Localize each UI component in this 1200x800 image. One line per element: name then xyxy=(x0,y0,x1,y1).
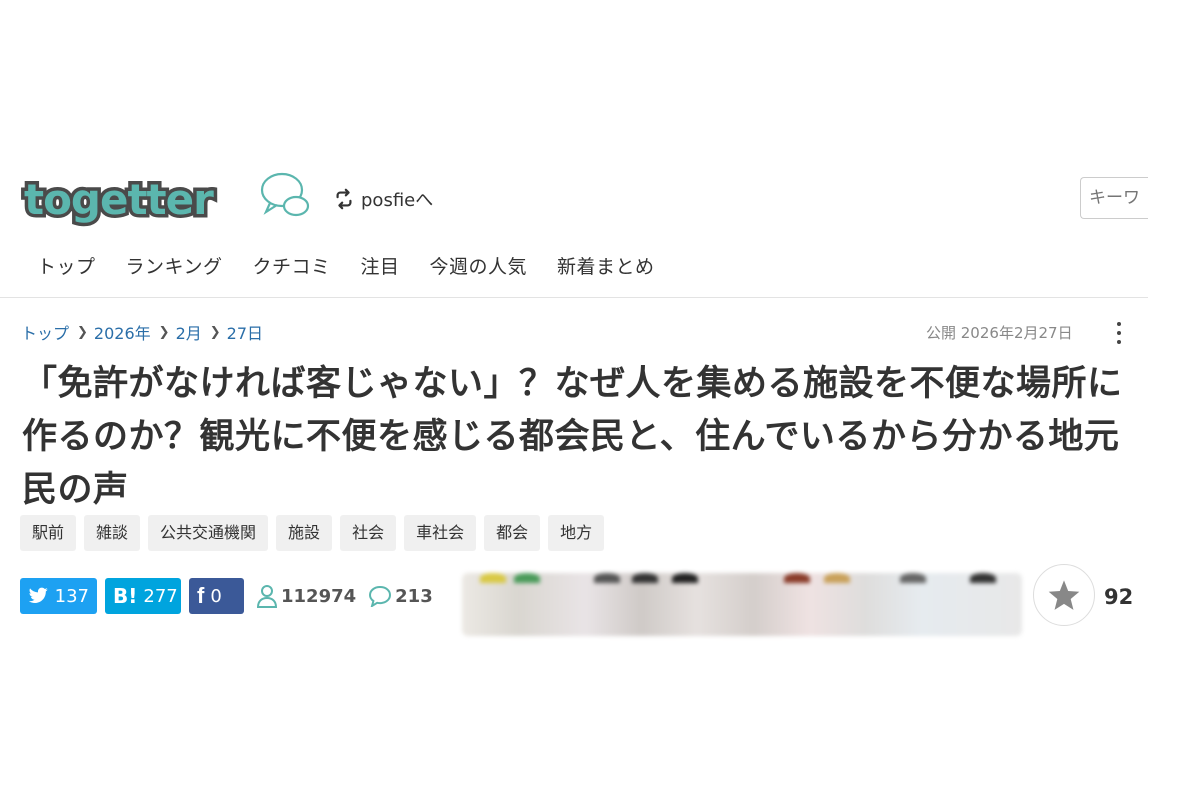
togetter-logo[interactable]: togetter xyxy=(20,168,310,230)
hatena-b-icon: B! xyxy=(113,584,138,608)
user-icon xyxy=(256,585,278,608)
more-options-icon[interactable] xyxy=(1110,320,1128,346)
view-count: 112974 xyxy=(256,584,356,608)
breadcrumb-month[interactable]: 2月 xyxy=(176,320,202,344)
posfie-label: posfieへ xyxy=(361,190,434,211)
tag-item[interactable]: 駅前 xyxy=(20,515,77,551)
star-icon xyxy=(1048,580,1080,610)
twitter-share-button[interactable]: 137 xyxy=(20,578,97,614)
comment-count[interactable]: 213 xyxy=(368,585,433,607)
page-edge xyxy=(1148,150,1200,250)
header-divider xyxy=(0,297,1148,298)
breadcrumb-year[interactable]: 2026年 xyxy=(94,320,151,344)
facebook-share-button[interactable]: f 0 xyxy=(189,578,244,614)
repeat-icon xyxy=(336,188,352,210)
favorite-count: 92 xyxy=(1104,585,1134,609)
nav-reviews[interactable]: クチコミ xyxy=(252,252,330,282)
tag-item[interactable]: 車社会 xyxy=(404,515,477,551)
publish-date: 公開 2026年2月27日 xyxy=(926,324,1073,342)
tag-list: 駅前 雑談 公共交通機関 施設 社会 車社会 都会 地方 xyxy=(20,515,605,551)
page-title: 「免許がなければ客じゃない」？なぜ人を集める施設を不便な場所に作るのか？観光に不… xyxy=(22,364,1123,510)
chevron-right-icon: ❯ xyxy=(77,324,88,340)
nav-featured[interactable]: 注目 xyxy=(360,252,399,282)
speech-bubbles-icon xyxy=(260,172,310,217)
facebook-count: 0 xyxy=(210,585,222,607)
twitter-count: 137 xyxy=(54,585,89,607)
comment-bubble-icon xyxy=(369,585,392,607)
chevron-right-icon: ❯ xyxy=(158,324,170,340)
posfie-link[interactable]: posfieへ xyxy=(333,186,433,212)
favorited-users-avatars xyxy=(462,573,1022,636)
tag-item[interactable]: 社会 xyxy=(340,515,397,551)
nav-top[interactable]: トップ xyxy=(37,252,96,282)
tag-item[interactable]: 雑談 xyxy=(84,515,141,551)
tag-item[interactable]: 都会 xyxy=(484,515,541,551)
nav-weekly-popular[interactable]: 今週の人気 xyxy=(429,252,527,282)
tag-item[interactable]: 公共交通機関 xyxy=(148,515,269,551)
hatena-count: 277 xyxy=(143,585,178,607)
comment-count-value: 213 xyxy=(395,585,433,607)
twitter-bird-icon xyxy=(28,587,48,603)
breadcrumb: トップ ❯ 2026年 ❯ 2月 ❯ 27日 xyxy=(21,320,263,344)
share-bar: 137 B! 277 f 0 112974 213 xyxy=(20,578,433,614)
breadcrumb-top[interactable]: トップ xyxy=(21,320,69,344)
svg-text:togetter: togetter xyxy=(24,175,214,224)
hatena-bookmark-button[interactable]: B! 277 xyxy=(105,578,181,614)
nav-new[interactable]: 新着まとめ xyxy=(557,252,655,282)
breadcrumb-day[interactable]: 27日 xyxy=(227,320,263,344)
nav-ranking[interactable]: ランキング xyxy=(126,252,223,282)
view-count-value: 112974 xyxy=(281,585,357,607)
main-nav: トップ ランキング クチコミ 注目 今週の人気 新着まとめ xyxy=(37,252,685,282)
facebook-f-icon: f xyxy=(197,583,205,608)
tag-item[interactable]: 施設 xyxy=(276,515,333,551)
chevron-right-icon: ❯ xyxy=(209,324,221,340)
tag-item[interactable]: 地方 xyxy=(548,515,605,551)
favorite-button[interactable] xyxy=(1033,564,1095,626)
